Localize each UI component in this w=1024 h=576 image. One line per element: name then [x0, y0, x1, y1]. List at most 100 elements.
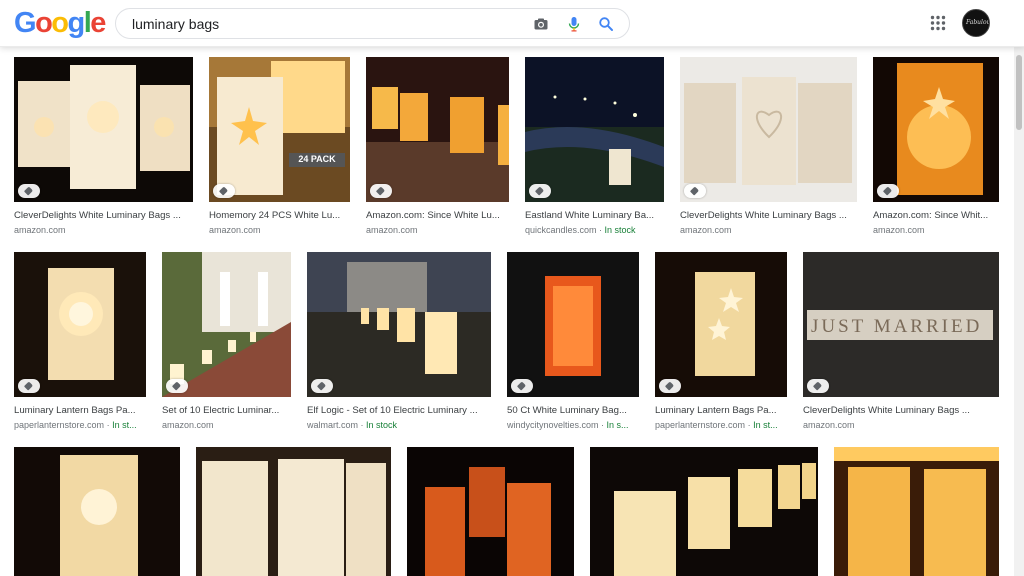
image-result[interactable]: Amazon.com: Since Whit... amazon.com	[873, 57, 999, 236]
result-title[interactable]: 50 Ct White Luminary Bag...	[507, 405, 639, 417]
result-thumbnail[interactable]: 24 PACK	[209, 57, 350, 202]
result-title[interactable]: Amazon.com: Since Whit...	[873, 210, 999, 222]
image-result[interactable]: Luminary Lantern Bags Pa... paperlantern…	[14, 252, 146, 431]
result-thumbnail[interactable]	[507, 252, 639, 397]
image-result[interactable]	[834, 447, 999, 576]
result-source[interactable]: amazon.com	[873, 225, 999, 236]
avatar-label: Fabulous	[966, 19, 989, 26]
result-thumbnail[interactable]	[307, 252, 491, 397]
vertical-scrollbar[interactable]	[1014, 47, 1024, 576]
result-source[interactable]: quickcandles.com · In stock	[525, 225, 664, 236]
result-thumbnail[interactable]	[14, 252, 146, 397]
result-source[interactable]: paperlanternstore.com · In st...	[14, 420, 146, 431]
shopping-tag-icon	[370, 184, 392, 198]
shopping-tag-icon	[166, 379, 188, 393]
search-icon[interactable]	[598, 16, 614, 32]
result-source[interactable]: windycitynovelties.com · In s...	[507, 420, 639, 431]
shopping-tag-icon	[311, 379, 333, 393]
top-bar: Google Fabulous	[0, 0, 1024, 47]
result-thumbnail[interactable]	[162, 252, 291, 397]
scrollbar-thumb[interactable]	[1016, 55, 1022, 130]
image-result[interactable]: CleverDelights White Luminary Bags ... a…	[680, 57, 857, 236]
stock-status: In stock	[366, 420, 398, 430]
result-thumbnail[interactable]	[366, 57, 509, 202]
logo-letter: o	[35, 7, 53, 39]
result-title[interactable]: Luminary Lantern Bags Pa...	[14, 405, 146, 417]
logo-letter: G	[14, 7, 37, 39]
stock-status: In stock	[604, 225, 636, 235]
result-source[interactable]: amazon.com	[803, 420, 999, 431]
stock-status: In st...	[112, 420, 137, 430]
result-domain: amazon.com	[366, 225, 418, 235]
result-thumbnail[interactable]	[525, 57, 664, 202]
result-domain: windycitynovelties.com	[507, 420, 599, 430]
result-thumbnail[interactable]	[655, 252, 787, 397]
result-title[interactable]: Luminary Lantern Bags Pa...	[655, 405, 787, 417]
image-result[interactable]: Eastland White Luminary Ba... quickcandl…	[525, 57, 664, 236]
result-domain: amazon.com	[209, 225, 261, 235]
logo-letter: o	[51, 7, 69, 39]
image-result[interactable]: Luminary Lantern Bags Pa... paperlantern…	[655, 252, 787, 431]
microphone-icon[interactable]	[566, 16, 582, 32]
shopping-tag-icon	[529, 184, 551, 198]
result-title[interactable]: Elf Logic - Set of 10 Electric Luminary …	[307, 405, 491, 417]
image-result[interactable]: Elf Logic - Set of 10 Electric Luminary …	[307, 252, 491, 431]
avatar[interactable]: Fabulous	[962, 9, 990, 37]
image-result[interactable]: JUST MARRIED CleverDelights White Lumina…	[803, 252, 999, 431]
apps-grid-icon[interactable]	[930, 15, 946, 31]
image-result[interactable]: 50 Ct White Luminary Bag... windycitynov…	[507, 252, 639, 431]
image-result[interactable]	[196, 447, 391, 576]
image-result[interactable]: 24 PACK Homemory 24 PCS White Lu... amaz…	[209, 57, 350, 236]
result-thumbnail[interactable]	[834, 447, 999, 576]
result-domain: paperlanternstore.com	[655, 420, 746, 430]
result-thumbnail[interactable]	[590, 447, 818, 576]
result-domain: amazon.com	[873, 225, 925, 235]
result-source[interactable]: amazon.com	[366, 225, 509, 236]
google-logo[interactable]: Google	[14, 7, 106, 39]
result-source[interactable]: walmart.com · In stock	[307, 420, 491, 431]
stock-status: In s...	[606, 420, 629, 430]
image-result[interactable]	[407, 447, 574, 576]
search-box[interactable]	[115, 8, 630, 39]
image-result[interactable]	[14, 447, 180, 576]
result-title[interactable]: Homemory 24 PCS White Lu...	[209, 210, 350, 222]
result-thumbnail[interactable]	[407, 447, 574, 576]
shopping-tag-icon	[659, 379, 681, 393]
shopping-tag-icon	[877, 184, 899, 198]
logo-letter: g	[67, 7, 86, 39]
result-domain: amazon.com	[680, 225, 732, 235]
image-results-grid: CleverDelights White Luminary Bags ... a…	[0, 47, 1014, 576]
image-result[interactable]: Amazon.com: Since White Lu... amazon.com	[366, 57, 509, 236]
svg-text:JUST MARRIED: JUST MARRIED	[811, 316, 982, 337]
result-title[interactable]: Amazon.com: Since White Lu...	[366, 210, 509, 222]
result-domain: amazon.com	[803, 420, 855, 430]
camera-icon[interactable]	[533, 16, 549, 32]
result-title[interactable]: CleverDelights White Luminary Bags ...	[14, 210, 193, 222]
result-title[interactable]: Eastland White Luminary Ba...	[525, 210, 664, 222]
result-domain: walmart.com	[307, 420, 359, 430]
image-result[interactable]: CleverDelights White Luminary Bags ... a…	[14, 57, 193, 236]
result-domain: quickcandles.com	[525, 225, 597, 235]
result-title[interactable]: CleverDelights White Luminary Bags ...	[803, 405, 999, 417]
result-thumbnail[interactable]	[14, 447, 180, 576]
result-thumbnail[interactable]: JUST MARRIED	[803, 252, 999, 397]
result-thumbnail[interactable]	[873, 57, 999, 202]
result-source[interactable]: paperlanternstore.com · In st...	[655, 420, 787, 431]
shopping-tag-icon	[684, 184, 706, 198]
result-title[interactable]: Set of 10 Electric Luminar...	[162, 405, 291, 417]
result-thumbnail[interactable]	[14, 57, 193, 202]
result-source[interactable]: amazon.com	[14, 225, 193, 236]
image-result[interactable]: Set of 10 Electric Luminar... amazon.com	[162, 252, 291, 431]
result-source[interactable]: amazon.com	[209, 225, 350, 236]
search-input[interactable]	[132, 15, 522, 33]
shopping-tag-icon	[511, 379, 533, 393]
result-thumbnail[interactable]	[680, 57, 857, 202]
result-domain: amazon.com	[14, 225, 66, 235]
result-title[interactable]: CleverDelights White Luminary Bags ...	[680, 210, 857, 222]
result-source[interactable]: amazon.com	[680, 225, 857, 236]
image-result[interactable]	[590, 447, 818, 576]
result-thumbnail[interactable]	[196, 447, 391, 576]
logo-letter: e	[90, 7, 106, 39]
result-source[interactable]: amazon.com	[162, 420, 291, 431]
shopping-tag-icon	[18, 184, 40, 198]
